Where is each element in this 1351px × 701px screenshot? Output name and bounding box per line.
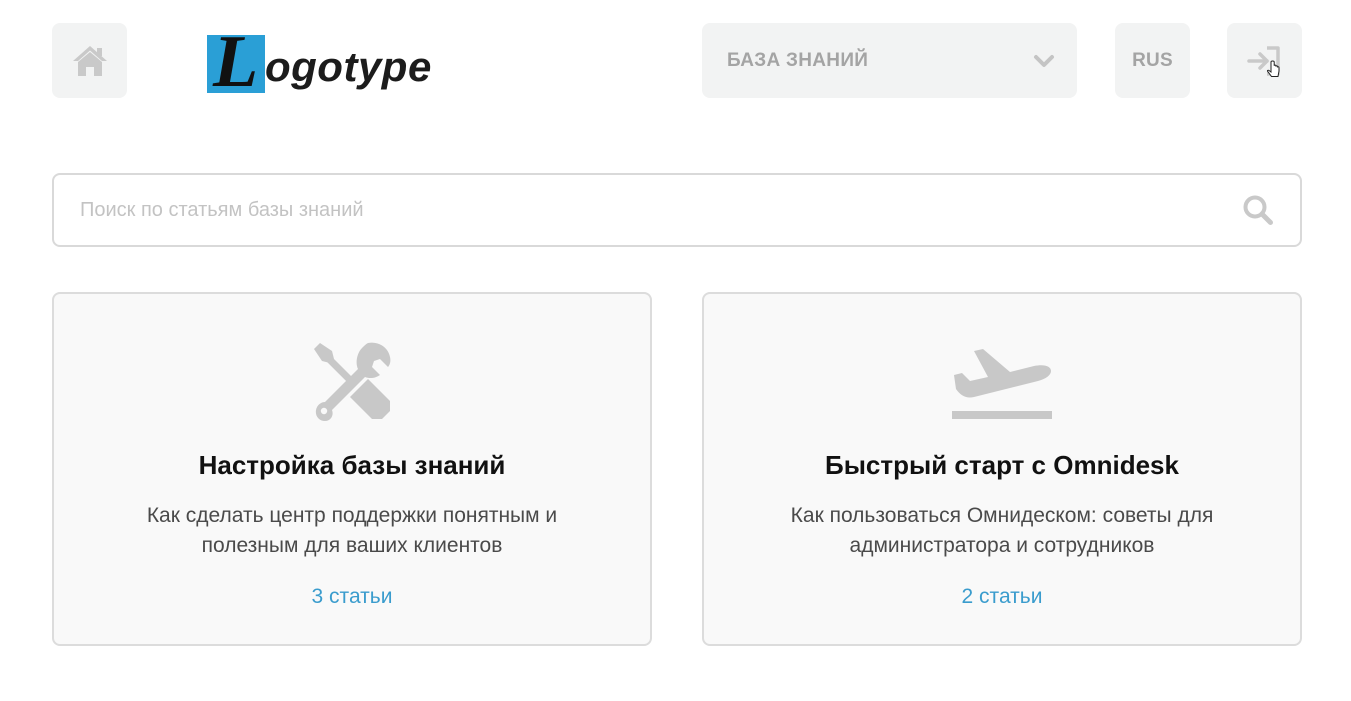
logo[interactable]: L ogotype xyxy=(207,25,447,99)
search-input[interactable] xyxy=(80,198,1242,222)
plane-takeoff-icon xyxy=(952,349,1052,419)
logo-mark: L xyxy=(207,25,265,99)
logo-letter: L xyxy=(213,21,259,103)
knowledge-base-page: L ogotype БАЗА ЗНАНИЙ RUS Поиск по стать… xyxy=(0,0,1351,701)
card-article-count[interactable]: 2 статьи xyxy=(704,585,1300,609)
section-select[interactable]: БАЗА ЗНАНИЙ xyxy=(702,23,1077,98)
category-card[interactable]: Настройка базы знаний Как сделать центр … xyxy=(52,292,652,646)
sign-in-icon xyxy=(1246,45,1280,77)
card-description: Как пользоваться Омнидеском: советы для … xyxy=(790,504,1214,557)
category-card[interactable]: Быстрый старт с Omnidesk Как пользоватьс… xyxy=(702,292,1302,646)
card-icon-wrap xyxy=(54,336,650,426)
card-title: Настройка базы знаний xyxy=(198,450,506,480)
search-button[interactable] xyxy=(1242,194,1274,226)
language-button[interactable]: RUS xyxy=(1115,23,1190,98)
card-icon-wrap xyxy=(704,336,1300,426)
language-label: RUS xyxy=(1132,49,1173,71)
chevron-down-icon xyxy=(1034,54,1054,67)
section-select-value: БАЗА ЗНАНИЙ xyxy=(727,49,869,71)
home-button[interactable] xyxy=(52,23,127,98)
tools-icon xyxy=(314,342,391,421)
card-title: Быстрый старт с Omnidesk xyxy=(825,450,1179,480)
search-icon xyxy=(1243,195,1273,225)
search-box xyxy=(52,173,1302,247)
card-description: Как сделать центр поддержки понятным и п… xyxy=(146,504,558,557)
login-button[interactable] xyxy=(1227,23,1302,98)
home-icon xyxy=(72,45,107,76)
card-article-count[interactable]: 3 статьи xyxy=(54,585,650,609)
logo-text: ogotype xyxy=(265,43,432,90)
